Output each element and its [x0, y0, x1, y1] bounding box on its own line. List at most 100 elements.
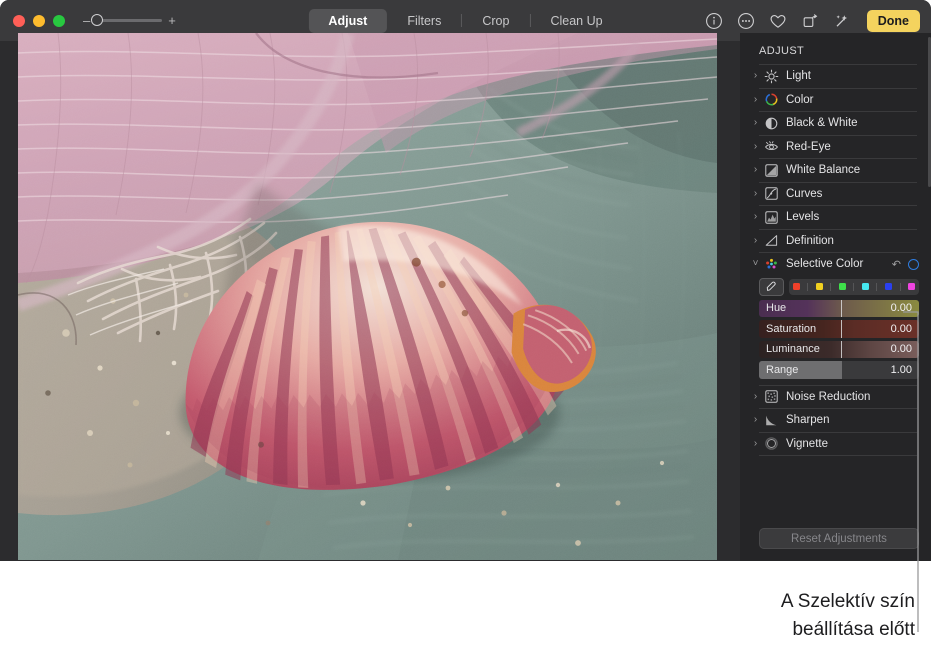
tab-clean-up[interactable]: Clean Up [530, 9, 622, 33]
light-icon [764, 69, 779, 84]
chevron-down-icon[interactable]: ˅ [751, 259, 760, 269]
color-swatch-group [789, 278, 919, 295]
chevron-right-icon[interactable]: › [751, 415, 760, 425]
adjust-row-label: Curves [786, 187, 823, 200]
swatch-divider [899, 282, 901, 291]
adjust-row-label: Sharpen [786, 414, 830, 427]
reset-arrow-icon[interactable]: ↶ [892, 258, 901, 271]
photo-canvas[interactable] [18, 33, 717, 560]
swatch-divider [876, 282, 878, 291]
slider-knob[interactable] [840, 299, 843, 317]
slider-hue[interactable]: Hue 0.00 [759, 299, 919, 317]
swatch-divider [807, 282, 809, 291]
chevron-right-icon[interactable]: › [751, 235, 760, 246]
selective-color-swatch-bar [740, 276, 931, 300]
editor-mode-tabs: Adjust Filters Crop Clean Up [308, 8, 622, 34]
swatch-cyan[interactable] [861, 283, 869, 290]
white-balance-icon [765, 164, 778, 177]
levels-icon [765, 211, 778, 224]
auto-enhance-wand-icon[interactable] [833, 12, 851, 30]
adjust-row-label: Definition [786, 234, 834, 247]
adjust-row-label: Light [786, 70, 811, 83]
adjust-row-red-eye[interactable]: › Red-Eye [740, 136, 931, 159]
rotate-icon[interactable] [801, 12, 819, 30]
slider-knob[interactable] [840, 340, 843, 358]
on-off-circle-icon[interactable] [908, 258, 919, 270]
swatch-yellow[interactable] [815, 283, 823, 290]
curves-icon [765, 187, 778, 200]
adjust-row-black-and-white[interactable]: › Black & White [740, 112, 931, 135]
adjust-row-white-balance[interactable]: › White Balance [740, 159, 931, 182]
favorite-heart-icon[interactable] [769, 12, 787, 30]
swatch-magenta[interactable] [908, 283, 916, 290]
adjust-row-noise-reduction[interactable]: › Noise Reduction [740, 386, 931, 409]
slider-knob[interactable] [840, 320, 843, 338]
adjust-row-label: Color [786, 93, 814, 106]
slider-value: 0.00 [890, 302, 912, 315]
slider-range[interactable]: Range 1.00 [759, 361, 919, 379]
panel-title: ADJUST [759, 45, 805, 57]
red-eye-icon [764, 141, 779, 151]
chevron-right-icon[interactable]: › [751, 71, 760, 81]
black-white-icon [765, 117, 778, 130]
adjust-row-label: White Balance [786, 164, 861, 177]
sharpen-icon [766, 415, 777, 425]
tab-filters[interactable]: Filters [387, 9, 461, 33]
caption: A Szelektív szín beállítása előtt [615, 588, 915, 643]
swatch-red[interactable] [792, 283, 800, 290]
zoom-slider-track[interactable] [91, 13, 163, 26]
zoom-slider-control[interactable]: – + [83, 13, 176, 27]
chevron-right-icon[interactable]: › [751, 141, 760, 152]
adjust-row-light[interactable]: › Light [740, 65, 931, 88]
adjust-row-color[interactable]: › Color [740, 89, 931, 112]
chevron-right-icon[interactable]: › [751, 94, 760, 105]
adjust-row-label: Black & White [786, 117, 858, 130]
adjust-row-levels[interactable]: › Levels [740, 206, 931, 229]
adjust-row-label: Red-Eye [786, 140, 831, 153]
slider-value: 1.00 [890, 363, 912, 376]
chevron-right-icon[interactable]: › [751, 391, 760, 402]
zoom-in-label[interactable]: + [168, 14, 176, 27]
eyedropper-icon[interactable] [759, 277, 784, 296]
adjust-row-curves[interactable]: › Curves [740, 183, 931, 206]
zoom-slider-knob[interactable] [91, 13, 104, 26]
chevron-right-icon[interactable]: › [751, 188, 760, 199]
swatch-blue[interactable] [885, 283, 893, 290]
tab-adjust[interactable]: Adjust [308, 8, 388, 33]
maximize-button[interactable] [53, 14, 65, 27]
photos-editor-window: – + Adjust Filters Crop Clean Up Done AD… [0, 0, 931, 561]
slider-luminance[interactable]: Luminance 0.00 [759, 340, 919, 358]
adjust-row-label: Noise Reduction [786, 390, 871, 403]
slider-value: 0.00 [890, 322, 912, 335]
done-button[interactable]: Done [866, 9, 920, 32]
caption-line-2: beállítása előtt [792, 618, 915, 640]
adjust-row-definition[interactable]: › Definition [740, 230, 931, 253]
color-wheel-icon [765, 93, 778, 106]
close-button[interactable] [13, 14, 25, 27]
photo-image [18, 33, 717, 560]
adjust-row-vignette[interactable]: › Vignette [740, 433, 931, 456]
swatch-divider [830, 282, 832, 291]
eyedropper-glyph [766, 281, 776, 291]
adjust-row-label: Levels [786, 211, 820, 224]
adjust-row-selective-color[interactable]: ˅ Selective Color ↶ [740, 253, 931, 276]
swatch-divider [853, 282, 855, 291]
chevron-right-icon[interactable]: › [751, 212, 760, 222]
comment-icon[interactable] [737, 12, 755, 30]
swatch-green[interactable] [838, 283, 846, 290]
slider-label: Range [766, 363, 799, 376]
chevron-right-icon[interactable]: › [751, 165, 760, 175]
noise-reduction-icon [765, 390, 778, 403]
chevron-right-icon[interactable]: › [751, 438, 760, 449]
zoom-out-label[interactable]: – [83, 14, 90, 27]
vignette-icon [765, 437, 778, 451]
adjust-row-label: Selective Color [786, 258, 864, 271]
adjust-row-sharpen[interactable]: › Sharpen [740, 409, 931, 432]
slider-saturation[interactable]: Saturation 0.00 [759, 320, 919, 338]
chevron-right-icon[interactable]: › [751, 118, 760, 128]
tab-crop[interactable]: Crop [462, 9, 529, 33]
reset-adjustments-button[interactable]: Reset Adjustments [759, 528, 919, 549]
caption-line-1: A Szelektív szín [780, 591, 915, 612]
info-icon[interactable] [705, 12, 723, 30]
minimize-button[interactable] [33, 14, 45, 27]
